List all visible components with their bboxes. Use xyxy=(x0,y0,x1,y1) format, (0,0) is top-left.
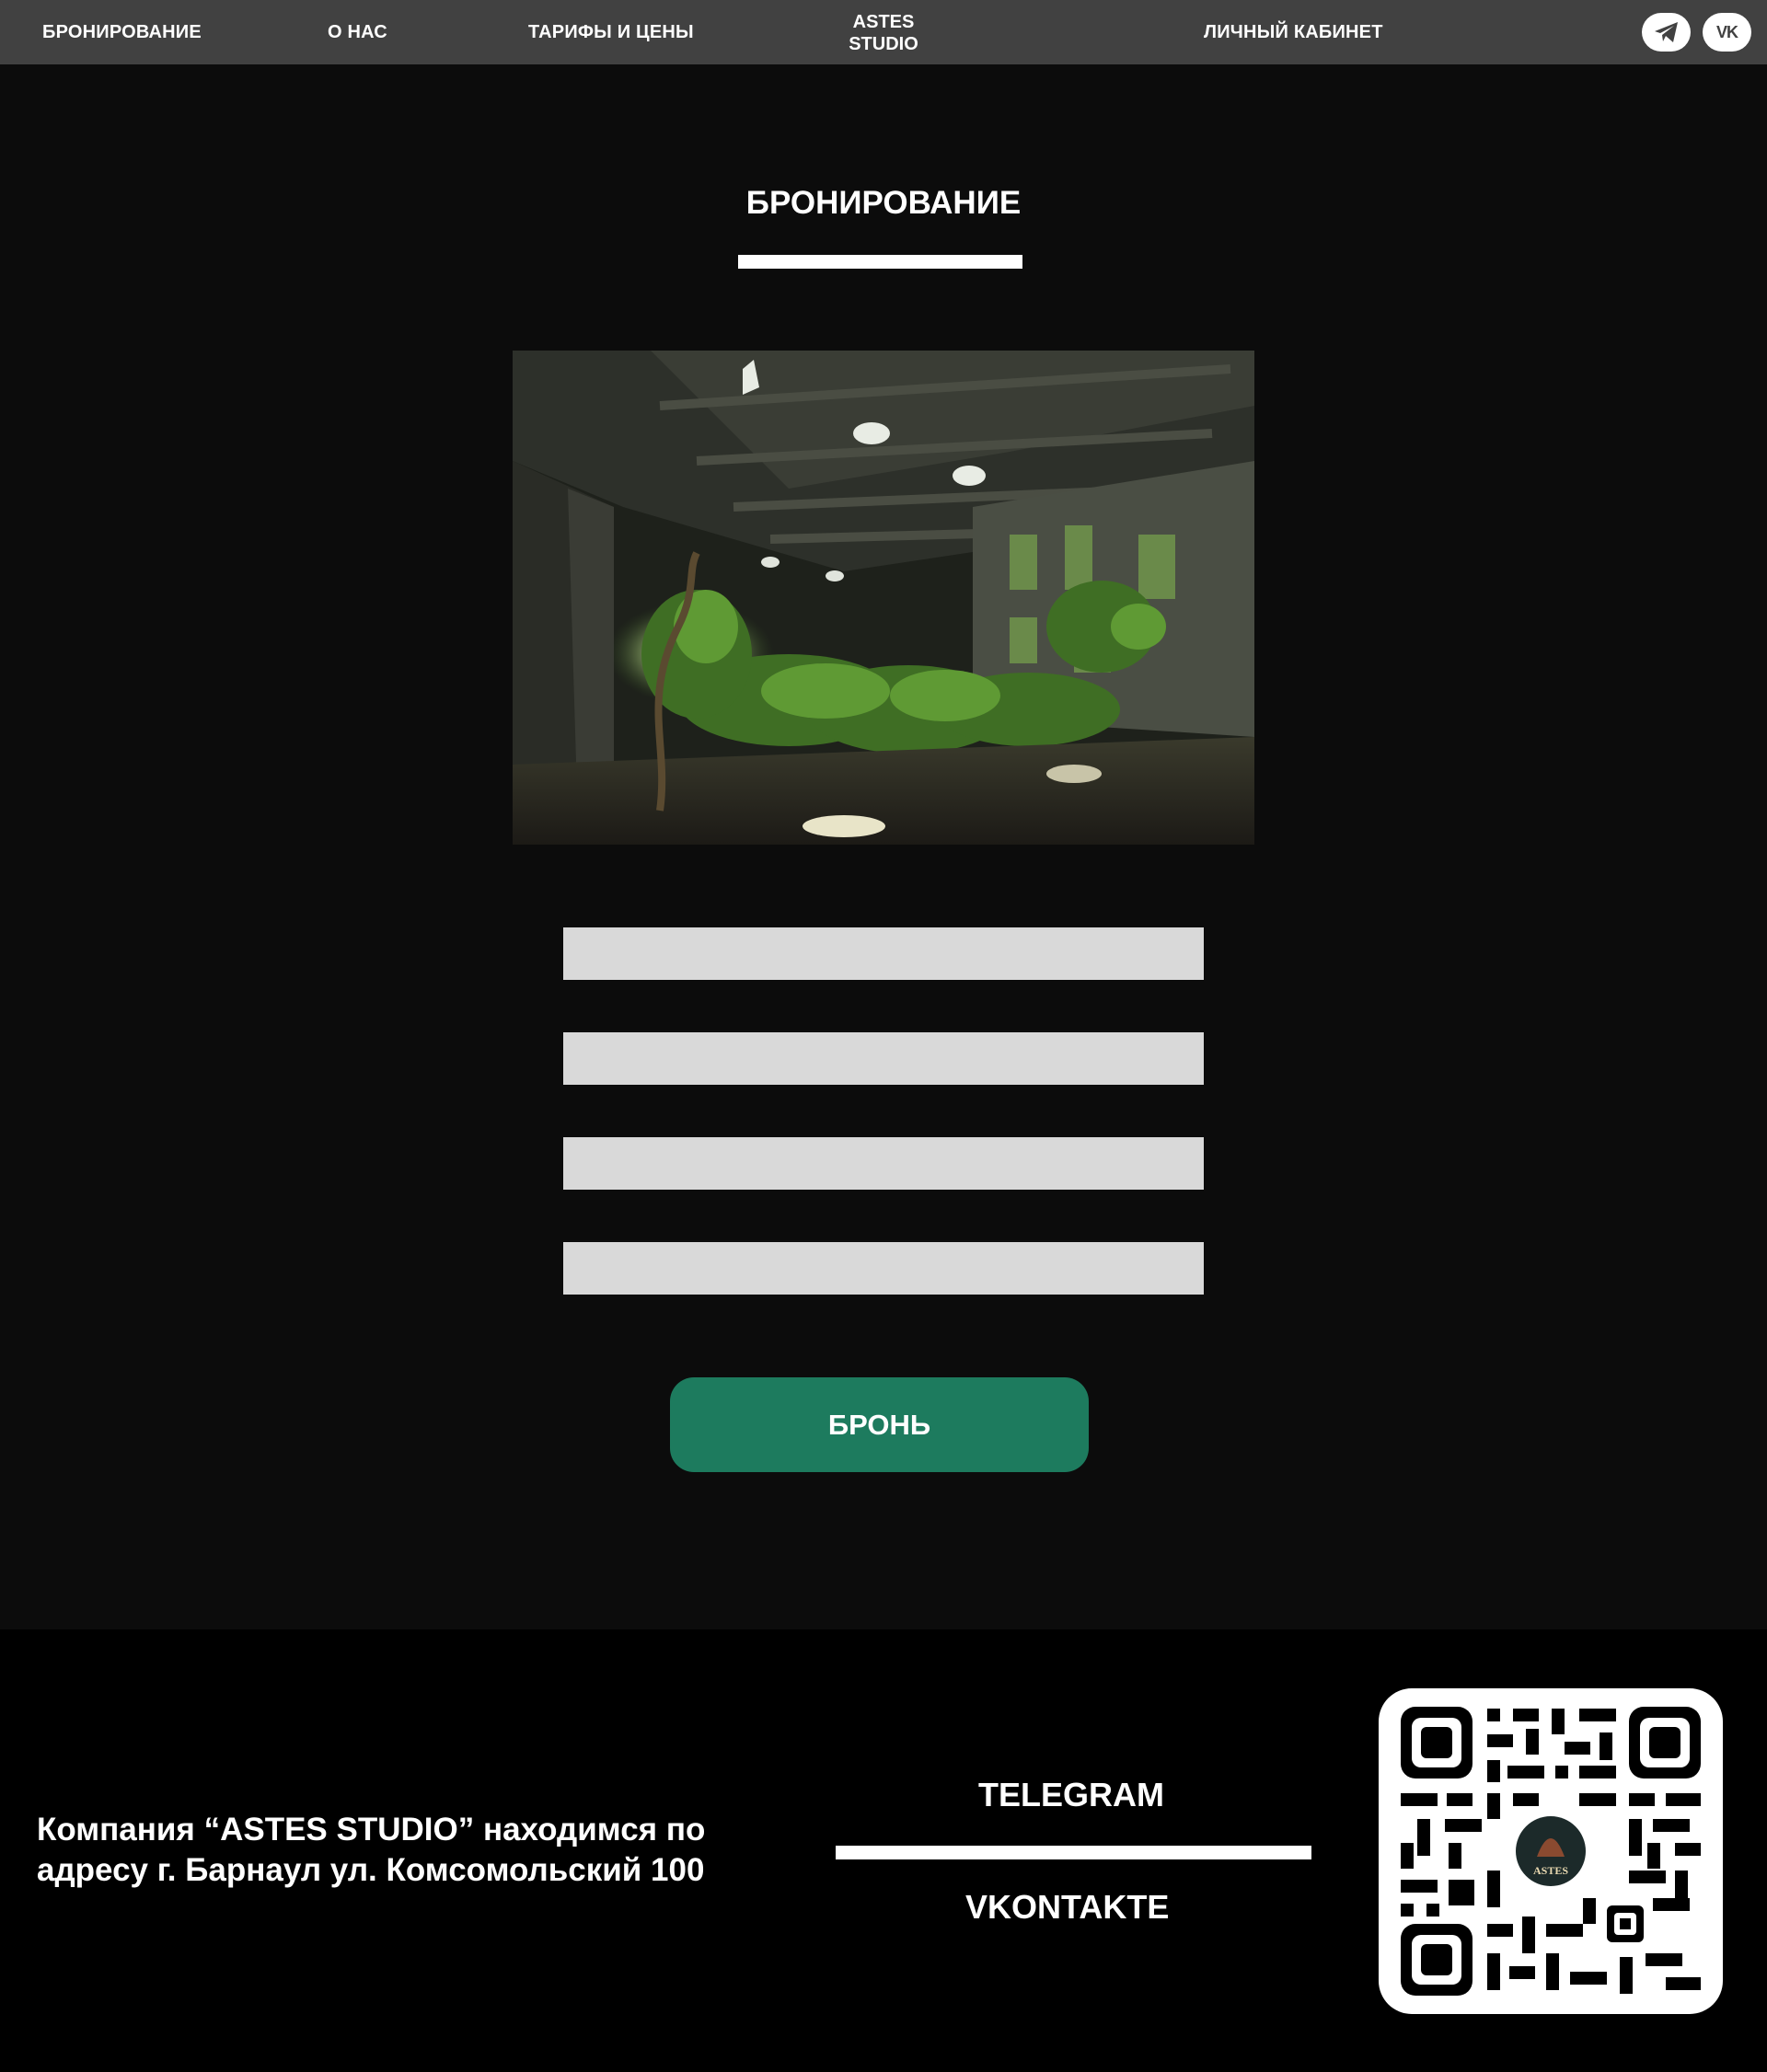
footer-telegram-link[interactable]: TELEGRAM xyxy=(978,1776,1164,1814)
address-line-2: адресу г. Барнаул ул. Комсомольский 100 xyxy=(37,1852,705,1888)
page-title: БРОНИРОВАНИЕ xyxy=(745,185,1022,221)
qr-code-image: ASTES xyxy=(1399,1705,1703,1997)
booking-field-3[interactable] xyxy=(563,1137,1204,1190)
footer-divider xyxy=(836,1846,1311,1859)
hero-image xyxy=(513,351,1254,845)
qr-code[interactable]: ASTES xyxy=(1379,1688,1723,2014)
title-underline xyxy=(738,255,1022,269)
address-line-1: Компания “ASTES STUDIO” находимся по xyxy=(37,1812,706,1848)
vk-icon[interactable]: VK xyxy=(1703,13,1751,52)
brand-line-1: ASTES xyxy=(852,12,915,32)
footer-vkontakte-link[interactable]: VKONTAKTE xyxy=(965,1888,1169,1927)
nav-link-account[interactable]: ЛИЧНЫЙ КАБИНЕТ xyxy=(1204,0,1383,64)
brand-line-2: STUDIO xyxy=(849,34,918,54)
booking-field-1[interactable] xyxy=(563,927,1204,980)
nav-link-prices[interactable]: ТАРИФЫ И ЦЕНЫ xyxy=(528,0,694,64)
telegram-icon-glyph xyxy=(1654,22,1678,42)
top-navbar: БРОНИРОВАНИЕ О НАС ТАРИФЫ И ЦЕНЫ ASTES S… xyxy=(0,0,1767,64)
abandoned-building-illustration xyxy=(513,351,1254,845)
nav-link-about[interactable]: О НАС xyxy=(328,0,387,64)
telegram-icon[interactable] xyxy=(1642,13,1691,52)
booking-field-4[interactable] xyxy=(563,1242,1204,1295)
book-button[interactable]: БРОНЬ xyxy=(670,1377,1089,1472)
nav-link-booking[interactable]: БРОНИРОВАНИЕ xyxy=(42,0,202,64)
vk-icon-glyph: VK xyxy=(1715,22,1738,41)
qr-logo-text: ASTES xyxy=(1533,1864,1568,1877)
company-address: Компания “ASTES STUDIO” находимся по адр… xyxy=(37,1810,810,1891)
booking-section: БРОНИРОВАНИЕ БРОНЬ xyxy=(0,64,1767,1629)
booking-field-2[interactable] xyxy=(563,1032,1204,1085)
footer: Компания “ASTES STUDIO” находимся по адр… xyxy=(0,1629,1767,2072)
